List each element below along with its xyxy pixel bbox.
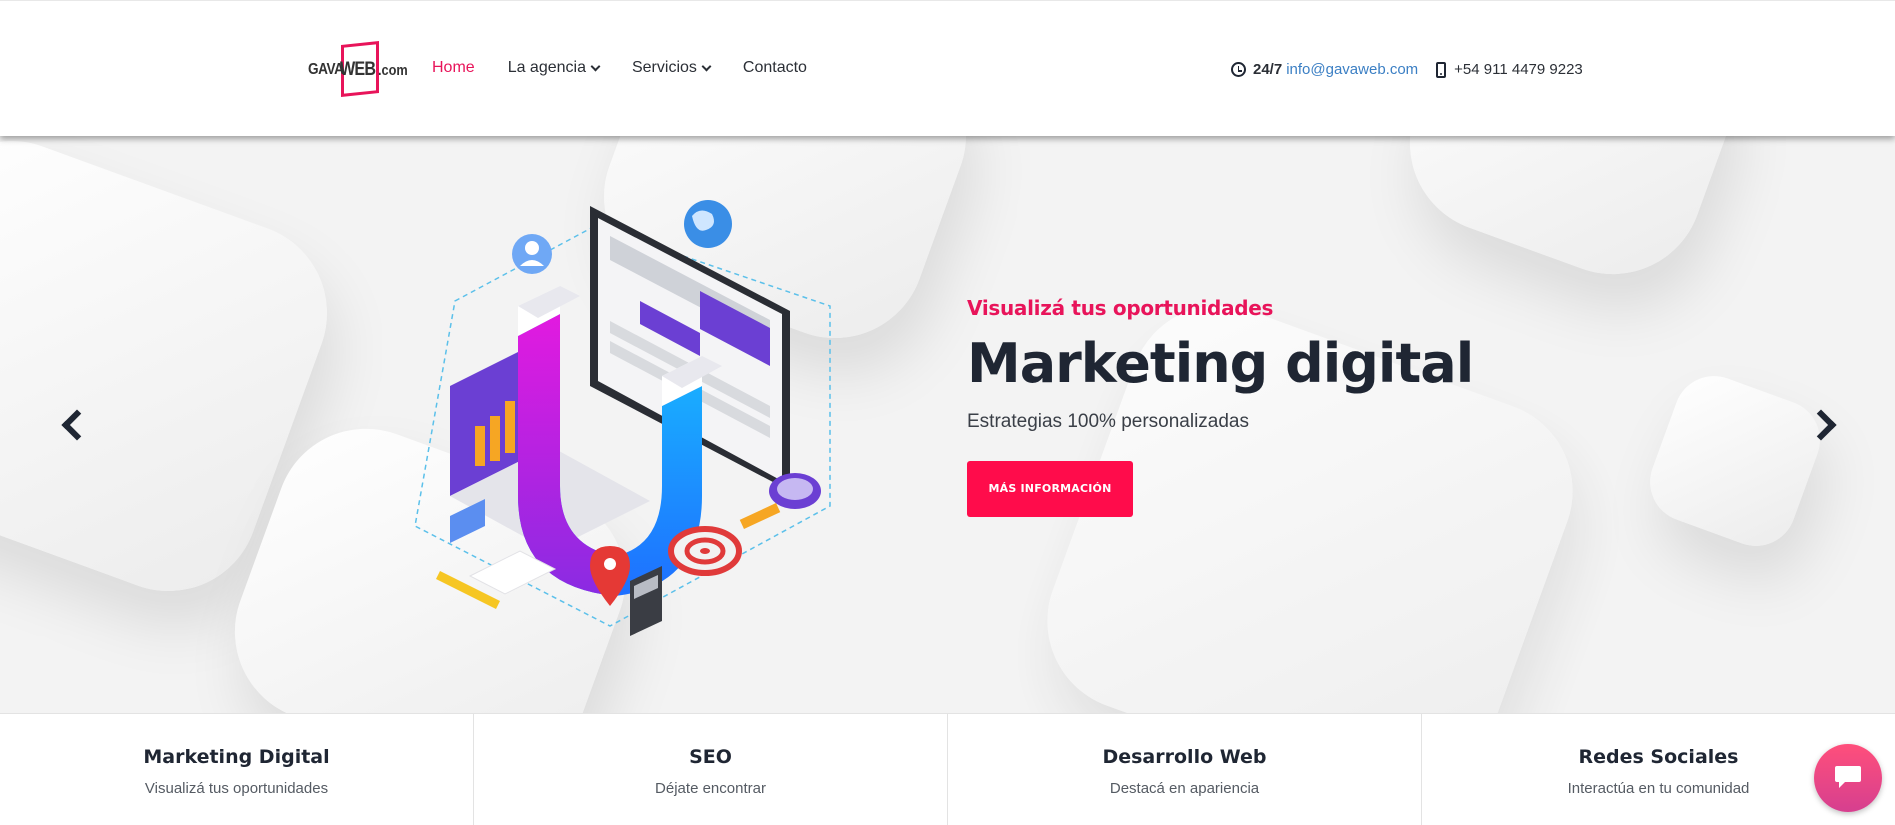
nav-item-contacto[interactable]: Contacto [743, 59, 807, 77]
service-subtitle: Visualizá tus oportunidades [144, 780, 329, 797]
phone-link[interactable]: +54 911 4479 9223 [1454, 61, 1583, 78]
services-strip: Marketing Digital Visualizá tus oportuni… [0, 713, 1895, 825]
nav-item-label: Contacto [742, 59, 807, 76]
service-title: SEO [689, 746, 732, 768]
marketing-illustration [414, 200, 831, 636]
service-title: Marketing Digital [143, 746, 330, 768]
email-link[interactable]: info@gavaweb.com [1286, 61, 1418, 78]
background-shape [1384, 136, 1756, 300]
chevron-down-icon [701, 61, 712, 71]
nav-item-la-agencia[interactable]: La agencia [507, 59, 601, 77]
service-subtitle: Déjate encontrar [655, 780, 766, 797]
nav-item-label: Servicios [631, 59, 697, 76]
chevron-down-icon [590, 61, 601, 71]
hero-slider: Visualizá tus oportunidades Marketing di… [0, 136, 1895, 713]
nav-item-servicios[interactable]: Servicios [631, 59, 712, 77]
service-card-marketing-digital[interactable]: Marketing Digital Visualizá tus oportuni… [0, 714, 474, 825]
service-subtitle: Destacá en apariencia [1109, 780, 1260, 797]
hero-subline: Estrategias 100% personalizadas [967, 411, 1250, 432]
service-card-seo[interactable]: SEO Déjate encontrar [474, 714, 948, 825]
service-title: Desarrollo Web [1102, 746, 1267, 768]
logo-text-web: WEB [340, 59, 376, 80]
more-info-button[interactable]: MÁS INFORMACIÓN [967, 461, 1133, 517]
mobile-phone-icon [1436, 61, 1447, 78]
main-nav: Home La agencia Servicios Contacto [432, 59, 840, 77]
logo-text-gava: GAVA [308, 61, 344, 78]
hero-headline: Marketing digital [967, 332, 1474, 395]
gavaweb-logo[interactable]: GAVA WEB .com [306, 39, 414, 99]
logo-text-com: .com [378, 62, 408, 79]
chat-button[interactable] [1814, 744, 1882, 812]
header-contact: 24/7 info@gavaweb.com +54 911 4479 9223 [1231, 61, 1583, 78]
hours-text: 24/7 [1253, 61, 1283, 78]
nav-item-label: Home [432, 59, 475, 76]
nav-item-home[interactable]: Home [432, 59, 475, 77]
chat-bubble-icon [1835, 766, 1861, 788]
nav-item-label: La agencia [507, 59, 586, 76]
hero-kicker: Visualizá tus oportunidades [967, 296, 1274, 320]
hero-content: Visualizá tus oportunidades Marketing di… [967, 296, 1474, 517]
site-header: GAVA WEB .com Home La agencia Servicios … [0, 0, 1895, 136]
service-card-desarrollo-web[interactable]: Desarrollo Web Destacá en apariencia [948, 714, 1422, 825]
clock-icon [1231, 62, 1246, 77]
background-shape [1638, 364, 1832, 558]
